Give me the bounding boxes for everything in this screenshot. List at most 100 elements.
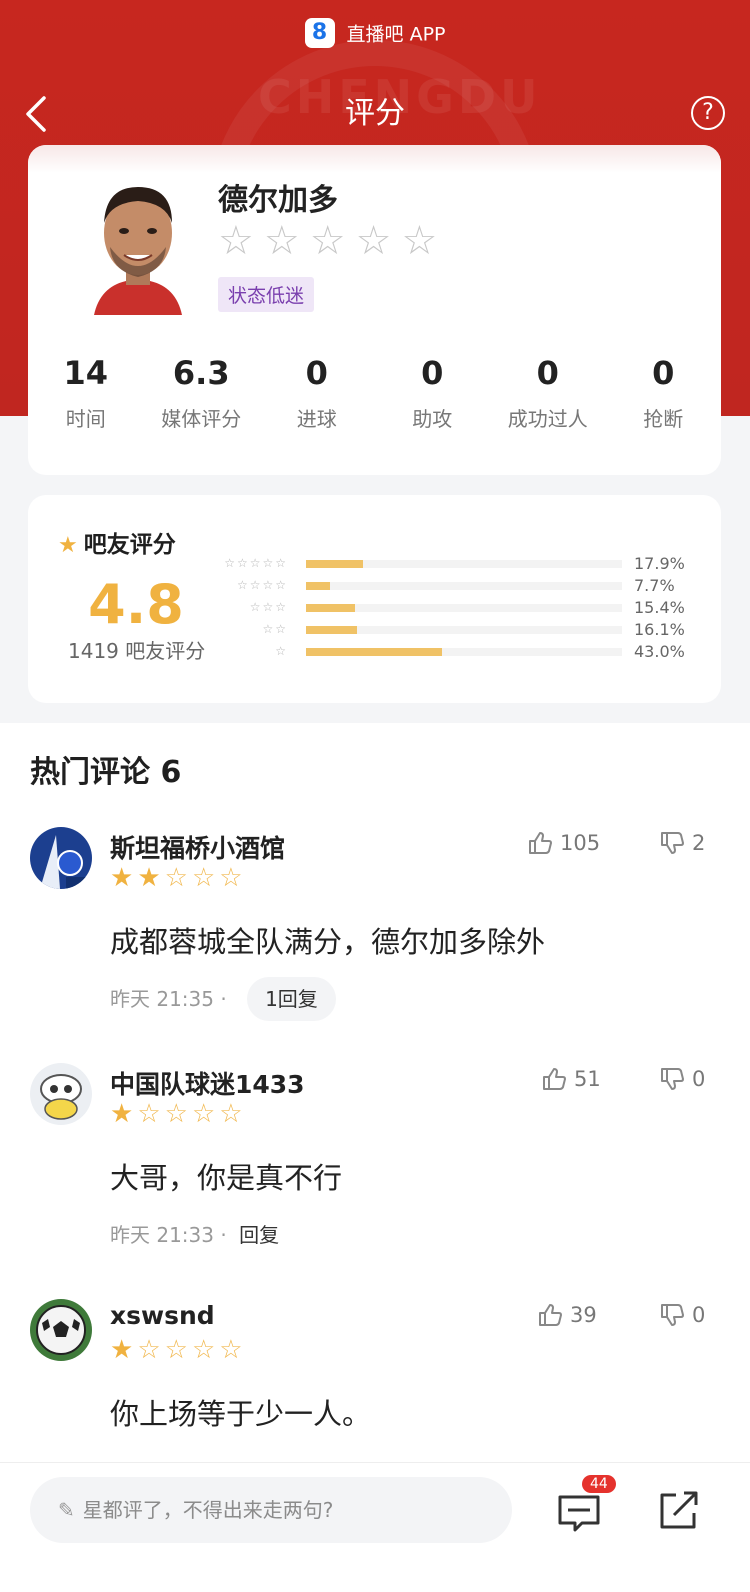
app-brand-text: 直播吧 APP [346, 23, 446, 46]
comment-count-badge: 44 [582, 1475, 616, 1493]
reply-button[interactable]: 1回复 [247, 977, 336, 1021]
bar-fill [306, 560, 363, 568]
stat-dribbles: 0 成功过人 [490, 353, 606, 432]
star-empty-icon: ☆ [191, 1335, 220, 1365]
share-icon[interactable] [656, 1487, 702, 1533]
stat-label: 成功过人 [507, 407, 588, 431]
player-photo [86, 175, 190, 315]
star-empty-icon: ☆ [191, 863, 220, 893]
page-title: 评分 [345, 96, 405, 131]
stat-assists: 0 助攻 [375, 353, 491, 432]
thumbs-up-icon [529, 832, 552, 854]
comment-input[interactable]: ✎ 星都评了，不得出来走两句? [30, 1477, 512, 1543]
rate-star-5[interactable]: ☆ [401, 221, 437, 261]
stat-label: 抢断 [643, 407, 684, 431]
like-count: 51 [574, 1067, 601, 1091]
comment-text: 你上场等于少一人。 [110, 1397, 372, 1431]
bar-track [306, 582, 622, 590]
thumbs-up-icon [543, 1068, 566, 1090]
comment-text: 大哥，你是真不行 [110, 1161, 343, 1195]
meta-dot: · [220, 1223, 227, 1247]
stars-icon: ★ [58, 533, 78, 558]
comment-author[interactable]: xswsnd [110, 1301, 215, 1330]
comment-meta: 昨天 21:33 · 回复 [110, 1213, 279, 1257]
player-rating-stars[interactable]: ☆ ☆ ☆ ☆ ☆ [218, 221, 437, 261]
comment-time: 昨天 21:35 [110, 987, 214, 1011]
stat-time: 14 时间 [28, 353, 144, 432]
thumbs-down-icon [661, 1068, 684, 1090]
bar-track [306, 648, 622, 656]
stat-value: 6.3 [172, 354, 230, 392]
stat-value: 0 [652, 354, 675, 392]
rating-row-2: ☆☆ 16.1% [218, 619, 698, 641]
like-button[interactable]: 39 [536, 1301, 597, 1329]
avatar[interactable] [30, 1063, 92, 1125]
player-card: 德尔加多 ☆ ☆ ☆ ☆ ☆ 状态低迷 14 时间 6.3 媒体评分 0 进球 … [28, 145, 721, 475]
star-filled-icon: ★ [137, 863, 165, 893]
row-percent: 16.1% [634, 620, 685, 639]
player-name: 德尔加多 [218, 183, 338, 218]
fan-count: 1419 吧友评分 [68, 639, 206, 663]
stat-label: 媒体评分 [161, 407, 242, 431]
stat-value: 14 [63, 354, 109, 392]
meta-dot: · [220, 987, 227, 1011]
fan-score: 4.8 [88, 573, 184, 636]
comment-text: 成都蓉城全队满分，德尔加多除外 [110, 925, 546, 959]
comment-meta: 昨天 21:35 · 1回复 [110, 977, 336, 1021]
comments-icon[interactable] [556, 1489, 602, 1535]
comment-rating-stars: ★☆☆☆☆ [110, 1099, 247, 1129]
bar-track [306, 626, 622, 634]
fan-rating-heading: ★ 吧友评分 [58, 525, 176, 559]
stat-value: 0 [421, 354, 444, 392]
comment-author[interactable]: 斯坦福桥小酒馆 [110, 829, 285, 865]
dislike-button[interactable]: 0 [658, 1065, 705, 1093]
section-title: 热门评论 6 [30, 755, 182, 790]
dislike-count: 0 [692, 1303, 706, 1327]
rate-star-3[interactable]: ☆ [310, 221, 346, 261]
star-filled-icon: ★ [110, 1099, 138, 1129]
stat-media-rating: 6.3 媒体评分 [144, 353, 260, 432]
avatar[interactable] [30, 827, 92, 889]
star-empty-icon: ☆ [164, 863, 192, 893]
row-stars: ☆☆☆☆ [236, 578, 288, 592]
comment-input-placeholder: 星都评了，不得出来走两句? [82, 1498, 334, 1522]
rating-row-3: ☆☆☆ 15.4% [218, 597, 698, 619]
row-stars: ☆☆☆ [249, 600, 288, 614]
stat-label: 时间 [65, 407, 106, 431]
row-percent: 43.0% [634, 642, 685, 661]
dislike-button[interactable]: 0 [658, 1301, 705, 1329]
rating-row-1: ☆ 43.0% [218, 641, 698, 663]
rate-star-4[interactable]: ☆ [356, 221, 392, 261]
thumbs-down-icon [661, 832, 684, 854]
app-logo-icon: 8 [304, 18, 335, 48]
stat-label: 助攻 [412, 407, 453, 431]
like-button[interactable]: 105 [526, 829, 600, 857]
app-brand: 8 直播吧 APP [0, 18, 750, 48]
rating-row-5: ☆☆☆☆☆ 17.9% [218, 553, 698, 575]
avatar[interactable] [30, 1299, 92, 1361]
star-empty-icon: ☆ [191, 1099, 220, 1129]
player-stats: 14 时间 6.3 媒体评分 0 进球 0 助攻 0 成功过人 0 抢断 [28, 353, 721, 432]
comment-item: 中国队球迷1433 ★☆☆☆☆ 大哥，你是真不行 昨天 21:33 · 回复 5… [0, 1063, 750, 1263]
rate-star-2[interactable]: ☆ [264, 221, 300, 261]
rate-star-1[interactable]: ☆ [218, 221, 254, 261]
stat-value: 0 [536, 354, 559, 392]
comment-rating-stars: ★★☆☆☆ [110, 863, 247, 893]
row-stars: ☆☆ [262, 622, 288, 636]
row-stars: ☆ [275, 644, 288, 658]
star-empty-icon: ☆ [219, 1099, 247, 1129]
fan-rating-title: 吧友评分 [83, 532, 176, 558]
like-button[interactable]: 51 [540, 1065, 601, 1093]
bottom-action-bar: ✎ 星都评了，不得出来走两句? 44 [0, 1462, 750, 1592]
help-button[interactable]: ? [691, 96, 725, 130]
bar-fill [306, 626, 357, 634]
reply-button[interactable]: 回复 [239, 1223, 279, 1247]
dislike-button[interactable]: 2 [658, 829, 705, 857]
star-empty-icon: ☆ [137, 1099, 165, 1129]
rating-distribution: ☆☆☆☆☆ 17.9% ☆☆☆☆ 7.7% ☆☆☆ 15.4% ☆☆ 16.1%… [218, 553, 698, 663]
star-empty-icon: ☆ [164, 1335, 192, 1365]
comment-author[interactable]: 中国队球迷1433 [110, 1065, 305, 1101]
row-percent: 17.9% [634, 554, 685, 573]
card-top-gradient [28, 145, 721, 173]
row-percent: 15.4% [634, 598, 685, 617]
